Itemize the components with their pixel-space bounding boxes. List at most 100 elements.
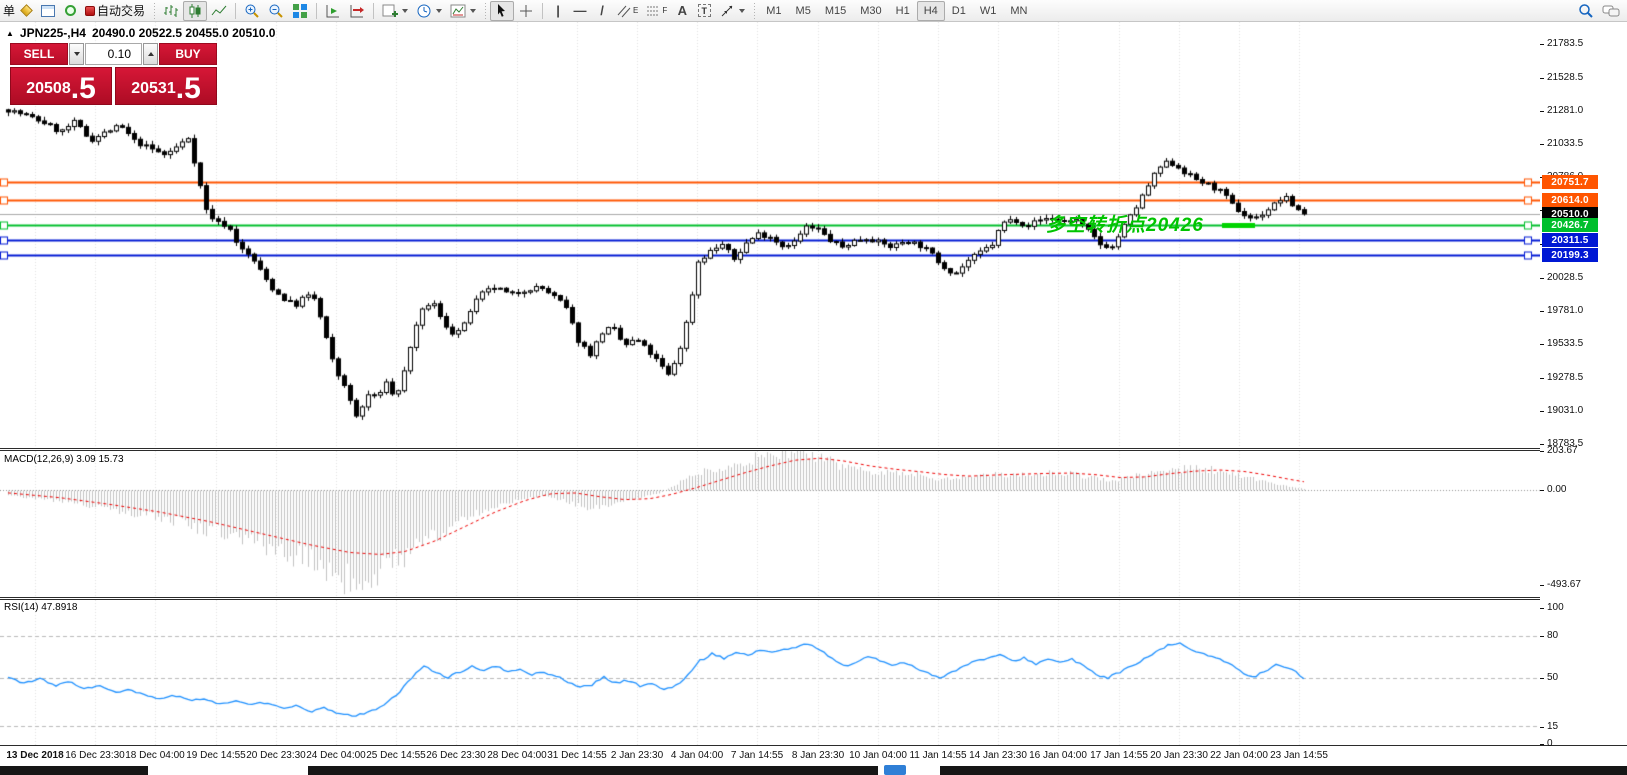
order-text[interactable]: 单	[3, 2, 15, 19]
axis-tick-mark	[1540, 678, 1544, 679]
timeframe-m5[interactable]: M5	[789, 1, 818, 21]
line-chart-button[interactable]	[207, 1, 231, 21]
periods-button[interactable]	[412, 1, 446, 21]
level-price-label: 20311.5	[1542, 233, 1598, 247]
taskbar-strip	[0, 763, 1627, 775]
ohlc-values: 20490.0 20522.5 20455.0 20510.0	[92, 26, 276, 40]
candlestick-chart-icon	[187, 3, 203, 19]
autotrading-button[interactable]: 自动交易	[81, 1, 149, 21]
autotrading-label: 自动交易	[97, 2, 145, 19]
level-price-label: 20426.7	[1542, 218, 1598, 232]
autotrading-icon	[85, 6, 95, 16]
axis-tick-mark	[1540, 411, 1544, 412]
taskbar-segment	[0, 766, 148, 775]
collapse-triangle-icon[interactable]: ▲	[6, 29, 14, 38]
timeframe-mn[interactable]: MN	[1003, 1, 1034, 21]
cursor-icon	[494, 3, 510, 19]
main-chart-canvas[interactable]	[0, 22, 1540, 448]
pane-separator[interactable]	[0, 597, 1627, 600]
chevron-down-icon	[739, 9, 745, 13]
arrows-icon	[719, 3, 735, 19]
tile-windows-button[interactable]	[288, 1, 312, 21]
macd-tick: -493.67	[1547, 579, 1581, 590]
chart-shift-button[interactable]	[345, 1, 369, 21]
toolbar-separator	[373, 3, 374, 19]
toolbar-separator	[316, 3, 317, 19]
timeframe-m15[interactable]: M15	[818, 1, 853, 21]
rsi-tick: 100	[1547, 602, 1564, 613]
search-button[interactable]	[1574, 1, 1598, 21]
sell-button[interactable]: SELL	[10, 43, 68, 65]
toolbar-separator	[542, 3, 543, 19]
timeframe-h1[interactable]: H1	[889, 1, 917, 21]
horizontal-line-tool[interactable]: —	[569, 1, 591, 21]
pane-separator[interactable]	[0, 448, 1627, 451]
buy-button[interactable]: BUY	[159, 43, 217, 65]
chevron-down-icon	[436, 9, 442, 13]
timeframe-d1[interactable]: D1	[945, 1, 973, 21]
cursor-button[interactable]	[490, 1, 514, 21]
vertical-line-tool[interactable]: |	[547, 1, 569, 21]
auto-scroll-button[interactable]	[321, 1, 345, 21]
chat-icon	[1602, 3, 1620, 19]
time-axis[interactable]: 13 Dec 201816 Dec 23:3018 Dec 04:0019 De…	[0, 747, 1627, 763]
macd-tick: 0.00	[1547, 484, 1566, 495]
indicators-button[interactable]	[378, 1, 412, 21]
macd-tick: 203.67	[1547, 445, 1578, 456]
chat-button[interactable]	[1598, 1, 1624, 21]
buy-price-display[interactable]: 20531 .5	[115, 67, 217, 105]
taskbar-app-icon[interactable]	[884, 765, 906, 775]
axis-tick-mark	[1540, 608, 1544, 609]
timeframe-h4[interactable]: H4	[917, 1, 945, 21]
chart-annotation-text[interactable]: 多空转折点20426	[1046, 210, 1204, 237]
indicators-icon	[382, 3, 398, 19]
bar-chart-button[interactable]	[159, 1, 183, 21]
price-tick: 19781.0	[1547, 305, 1583, 316]
axis-tick-mark	[1540, 344, 1544, 345]
timeframe-m1[interactable]: M1	[759, 1, 788, 21]
templates-button[interactable]	[446, 1, 480, 21]
volume-input[interactable]	[85, 43, 142, 65]
axis-tick-mark	[1540, 744, 1544, 745]
price-tick: 19278.5	[1547, 372, 1583, 383]
volume-increase-button[interactable]	[143, 43, 158, 65]
chart-title: ▲ JPN225-,H4 20490.0 20522.5 20455.0 205…	[6, 26, 275, 40]
toolbar-separator	[752, 3, 756, 19]
price-axis[interactable]: 21783.521528.521281.021033.520786.020538…	[1540, 22, 1627, 745]
candlestick-chart-button[interactable]	[183, 1, 207, 21]
label-tool[interactable]: T	[693, 1, 715, 21]
axis-tick-mark	[1540, 278, 1544, 279]
new-order-icon	[20, 4, 33, 17]
sell-price-frac: .5	[71, 76, 96, 102]
timeframe-w1[interactable]: W1	[973, 1, 1004, 21]
crosshair-button[interactable]	[514, 1, 538, 21]
arrows-tool[interactable]	[715, 1, 749, 21]
trendline-tool[interactable]: /	[591, 1, 613, 21]
axis-tick-mark	[1540, 111, 1544, 112]
fibonacci-tool[interactable]: F	[642, 1, 671, 21]
terminal-button[interactable]	[37, 1, 59, 21]
label-tool-icon: T	[698, 4, 711, 17]
chevron-down-icon	[402, 9, 408, 13]
toolbar-separator	[483, 3, 487, 19]
price-tick: 21033.5	[1547, 138, 1583, 149]
rsi-tick: 80	[1547, 630, 1558, 641]
toolbar-separator	[152, 3, 156, 19]
zoom-in-button[interactable]	[240, 1, 264, 21]
sell-price-display[interactable]: 20508 .5	[10, 67, 112, 105]
search-icon	[1578, 3, 1594, 19]
timeframe-m30[interactable]: M30	[853, 1, 888, 21]
toolbar-separator	[235, 3, 236, 19]
market-watch-button[interactable]	[59, 1, 81, 21]
channel-tool[interactable]: E	[613, 1, 642, 21]
rsi-pane-canvas[interactable]	[0, 600, 1540, 745]
text-tool[interactable]: A	[671, 1, 693, 21]
macd-pane-canvas[interactable]	[0, 451, 1540, 597]
trendline-icon: /	[600, 3, 604, 18]
spinner-up-icon	[148, 52, 154, 56]
zoom-out-button[interactable]	[264, 1, 288, 21]
new-order-button[interactable]	[15, 1, 37, 21]
auto-scroll-icon	[325, 3, 341, 19]
volume-decrease-button[interactable]	[69, 43, 84, 65]
axis-tick-mark	[1540, 78, 1544, 79]
